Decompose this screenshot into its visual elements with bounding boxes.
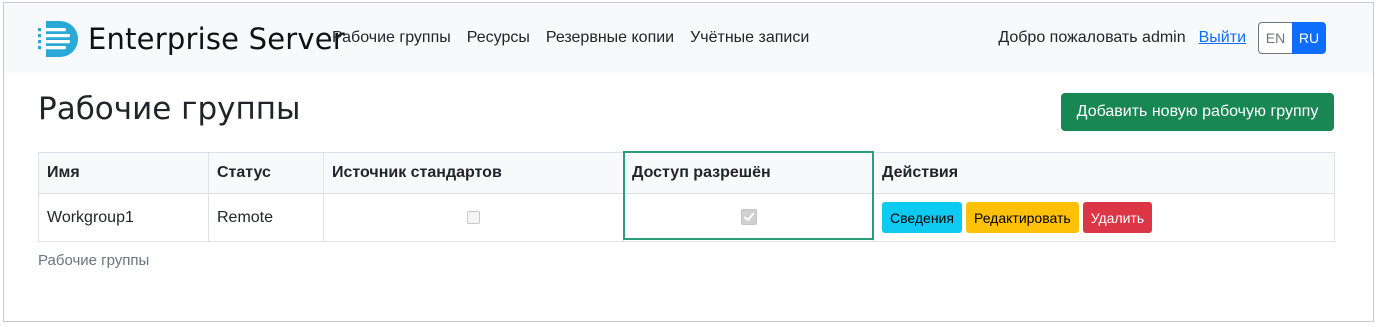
header-source: Источник стандартов — [323, 152, 624, 194]
page-title: Рабочие группы — [38, 91, 301, 127]
row-actions: Сведения Редактировать Удалить — [882, 194, 1326, 241]
breadcrumb: Рабочие группы — [38, 252, 150, 269]
header-actions: Действия — [873, 152, 1335, 194]
app-window: Enterprise Server Рабочие группы Ресурсы… — [3, 2, 1374, 322]
source-checkbox[interactable] — [467, 210, 480, 224]
table-header-row: Имя Статус Источник стандартов Доступ ра… — [38, 152, 1335, 194]
database-stack-icon — [38, 21, 78, 57]
nav-item-backups[interactable]: Резервные копии — [546, 29, 674, 47]
details-button[interactable]: Сведения — [882, 202, 962, 233]
user-area: Добро пожаловать admin Выйти EN RU — [998, 3, 1326, 73]
main-nav: Рабочие группы Ресурсы Резервные копии У… — [332, 3, 825, 73]
edit-button[interactable]: Редактировать — [965, 202, 1079, 233]
brand[interactable]: Enterprise Server — [38, 17, 345, 61]
access-checkbox[interactable] — [740, 209, 757, 226]
nav-item-resources[interactable]: Ресурсы — [467, 29, 530, 47]
workgroups-table: Имя Статус Источник стандартов Доступ ра… — [38, 152, 1335, 242]
navbar: Enterprise Server Рабочие группы Ресурсы… — [4, 3, 1373, 73]
header-name: Имя — [38, 152, 209, 194]
header-status: Статус — [208, 152, 324, 194]
cell-name: Workgroup1 — [38, 193, 209, 242]
delete-button[interactable]: Удалить — [1082, 202, 1153, 233]
lang-ru-button[interactable]: RU — [1292, 22, 1326, 54]
welcome-text: Добро пожаловать admin — [998, 29, 1186, 46]
cell-actions: Сведения Редактировать Удалить — [873, 193, 1335, 242]
cell-status: Remote — [208, 193, 324, 242]
language-switcher: EN RU — [1258, 22, 1326, 54]
lang-en-button[interactable]: EN — [1258, 22, 1292, 54]
brand-name: Enterprise Server — [88, 22, 345, 56]
nav-item-accounts[interactable]: Учётные записи — [690, 29, 809, 47]
nav-item-workgroups[interactable]: Рабочие группы — [332, 29, 451, 47]
cell-access — [623, 193, 874, 242]
add-workgroup-button[interactable]: Добавить новую рабочую группу — [1061, 93, 1334, 131]
table-row: Workgroup1 Remote Сведения Редактировать… — [38, 193, 1335, 242]
logout-link[interactable]: Выйти — [1199, 29, 1246, 47]
cell-source — [323, 193, 624, 242]
header-access: Доступ разрешён — [623, 152, 874, 194]
checkmark-icon — [743, 213, 754, 222]
workgroups-table-wrap: Имя Статус Источник стандартов Доступ ра… — [38, 152, 1335, 242]
